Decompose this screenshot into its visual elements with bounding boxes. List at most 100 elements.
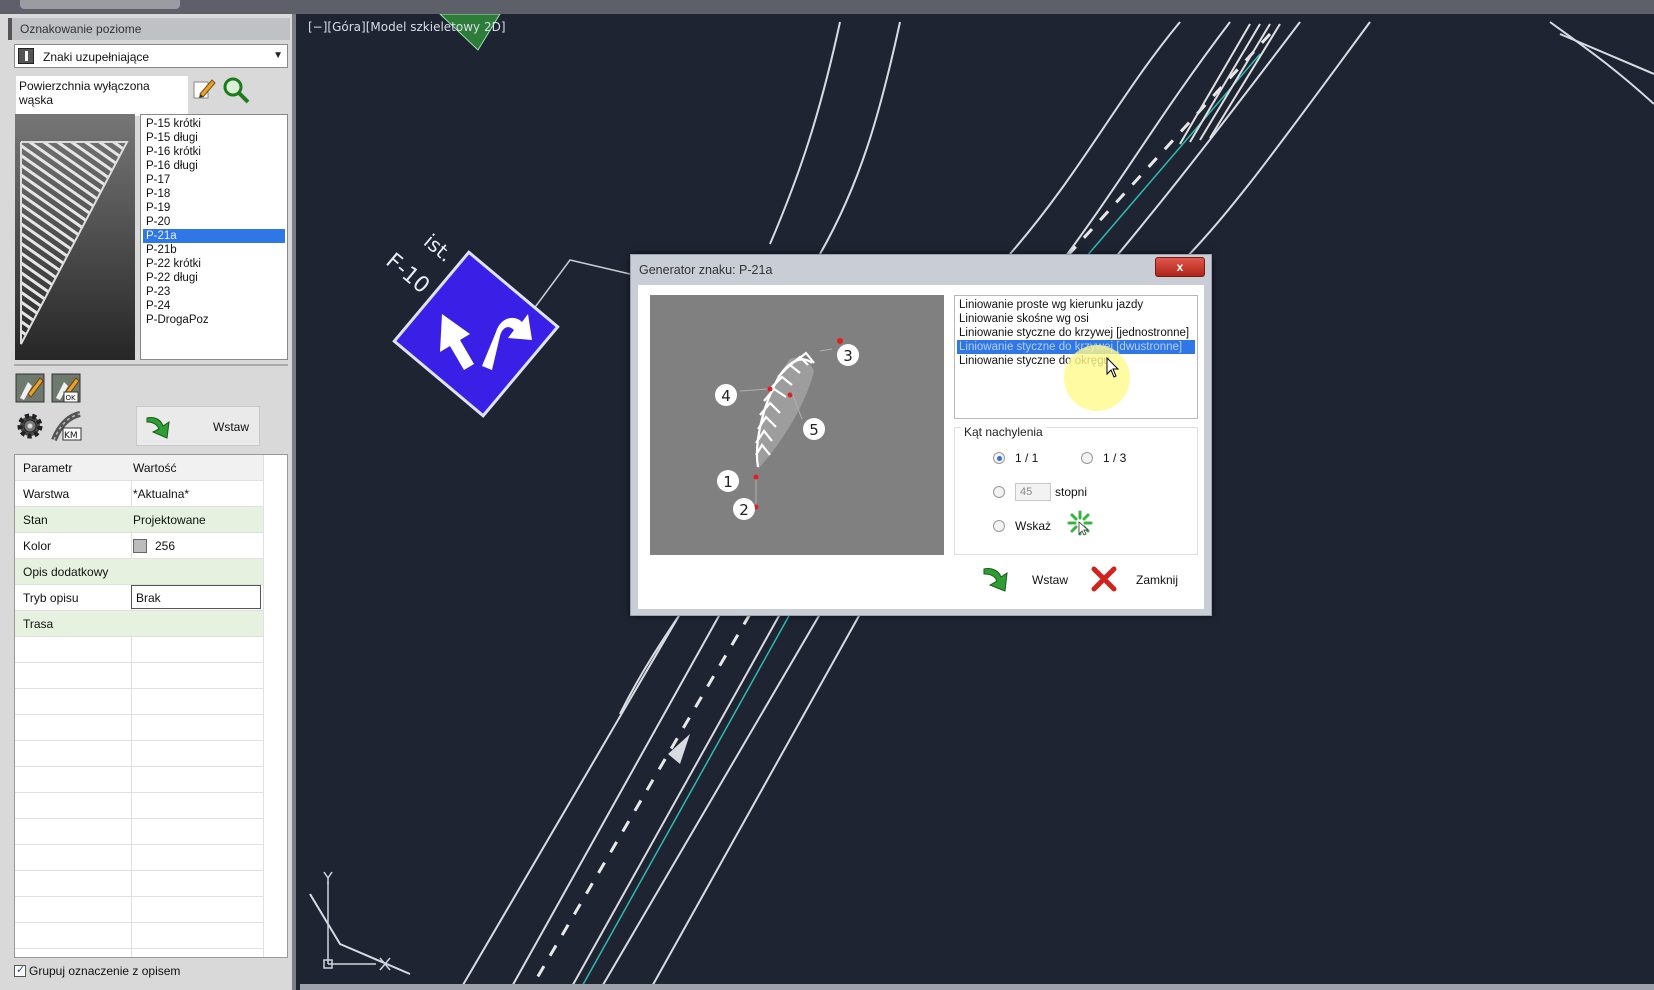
group-checkbox[interactable]: Grupuj oznaczenie z opisem bbox=[14, 963, 284, 982]
search-icon[interactable] bbox=[222, 76, 250, 104]
draw-marking-ok-icon[interactable]: OK bbox=[50, 372, 82, 404]
top-strip bbox=[0, 0, 1654, 14]
sign-generator-dialog: Generator znaku: P-21a x 1 2 3 4 5 Linio… bbox=[630, 254, 1212, 616]
ratio-1-3-radio[interactable] bbox=[1081, 452, 1093, 464]
empty-row bbox=[15, 897, 263, 923]
header-param: Parametr bbox=[23, 461, 73, 475]
mouse-cursor-icon bbox=[1106, 357, 1120, 378]
point-label: 1 bbox=[723, 473, 733, 491]
table-row[interactable]: Opis dodatkowy bbox=[15, 559, 263, 585]
insert-button[interactable]: Wstaw bbox=[136, 406, 260, 446]
empty-row bbox=[15, 793, 263, 819]
chevron-down-icon[interactable]: ▼ bbox=[273, 50, 283, 61]
km-label: KM bbox=[64, 431, 78, 441]
draw-marking-icon[interactable] bbox=[14, 372, 46, 404]
table-row[interactable]: Stan Projektowane bbox=[15, 507, 263, 533]
gear-icon[interactable] bbox=[14, 410, 46, 442]
point-label: 3 bbox=[843, 347, 853, 365]
category-select[interactable]: Znaki uzupełniające ▼ bbox=[14, 44, 288, 68]
list-item[interactable]: P-16 długi bbox=[143, 159, 285, 173]
list-item[interactable]: P-DrogaPoz bbox=[143, 313, 285, 327]
prop-key: Tryb opisu bbox=[23, 591, 79, 605]
empty-row bbox=[15, 689, 263, 715]
ucs-icon bbox=[323, 871, 391, 971]
angle-group: Kąt nachylenia 1 / 1 1 / 3 45 stopni Wsk… bbox=[954, 425, 1198, 555]
close-icon bbox=[1091, 566, 1117, 592]
category-select-value: Znaki uzupełniające bbox=[43, 50, 150, 64]
km-route-icon[interactable]: KM bbox=[50, 410, 82, 442]
dialog-title: Generator znaku: P-21a bbox=[639, 263, 773, 277]
empty-row bbox=[15, 871, 263, 897]
ratio-1-3-label: 1 / 3 bbox=[1103, 451, 1127, 465]
insert-arrow-icon bbox=[983, 568, 1008, 592]
list-item[interactable]: P-17 bbox=[143, 173, 285, 187]
insert-button[interactable]: Wstaw bbox=[982, 561, 1082, 597]
list-item[interactable]: P-22 długi bbox=[143, 271, 285, 285]
table-row[interactable]: Kolor 256 bbox=[15, 533, 263, 559]
table-row[interactable]: Warstwa *Aktualna* bbox=[15, 481, 263, 507]
table-row[interactable]: Tryb opisu Brak bbox=[15, 585, 263, 611]
empty-row bbox=[15, 767, 263, 793]
list-item[interactable]: Liniowanie proste wg kierunku jazdy bbox=[957, 298, 1195, 312]
list-item[interactable]: P-23 bbox=[143, 285, 285, 299]
prop-key: Kolor bbox=[23, 539, 52, 553]
list-item[interactable]: P-19 bbox=[143, 201, 285, 215]
dialog-client: 1 2 3 4 5 Liniowanie proste wg kierunku … bbox=[638, 285, 1204, 609]
sign-list[interactable]: P-15 krótki P-15 długi P-16 krótki P-16 … bbox=[140, 114, 288, 360]
insert-arrow-icon bbox=[146, 417, 170, 439]
list-item[interactable]: P-22 krótki bbox=[143, 257, 285, 271]
table-row[interactable]: Trasa bbox=[15, 611, 263, 637]
pick-radio[interactable] bbox=[993, 520, 1005, 532]
prop-value: Projektowane bbox=[133, 513, 206, 527]
edit-icon[interactable] bbox=[192, 76, 216, 100]
close-button[interactable]: x bbox=[1155, 257, 1205, 277]
list-item[interactable]: P-15 krótki bbox=[143, 117, 285, 131]
property-grid: Parametr Wartość Warstwa *Aktualna* Stan… bbox=[14, 454, 288, 958]
empty-row bbox=[15, 637, 263, 663]
list-item[interactable]: P-21b bbox=[143, 243, 285, 257]
point-label: 5 bbox=[809, 421, 819, 439]
list-item[interactable]: P-15 długi bbox=[143, 131, 285, 145]
surface-label: Powierzchnia wyłączona wąska bbox=[16, 76, 188, 116]
bottom-bar bbox=[300, 984, 1654, 990]
list-item[interactable]: Liniowanie skośne wg osi bbox=[957, 312, 1195, 326]
empty-row bbox=[15, 819, 263, 845]
degrees-input[interactable]: 45 bbox=[1015, 483, 1051, 501]
group-checkbox-label: Grupuj oznaczenie z opisem bbox=[29, 964, 181, 978]
ratio-1-1-radio[interactable] bbox=[993, 452, 1005, 464]
sign-preview bbox=[15, 114, 135, 360]
empty-row bbox=[15, 715, 263, 741]
sign-label-f10: F-10 bbox=[381, 249, 434, 299]
prop-key: Opis dodatkowy bbox=[23, 565, 109, 579]
dialog-preview: 1 2 3 4 5 bbox=[650, 295, 944, 555]
panel-title: Oznakowanie poziome bbox=[8, 18, 290, 40]
sign-label-ist: ist. bbox=[419, 229, 458, 267]
description-mode-field[interactable]: Brak bbox=[131, 585, 261, 609]
svg-text:OK: OK bbox=[66, 394, 77, 402]
list-item[interactable]: P-18 bbox=[143, 187, 285, 201]
pick-point-icon[interactable] bbox=[1067, 510, 1093, 536]
insert-button-label: Wstaw bbox=[1032, 573, 1068, 587]
list-item[interactable]: P-20 bbox=[143, 215, 285, 229]
color-swatch[interactable] bbox=[133, 539, 147, 553]
point-label: 2 bbox=[739, 501, 749, 519]
checkbox[interactable] bbox=[14, 963, 26, 977]
list-item-selected[interactable]: P-21a bbox=[143, 229, 285, 243]
prop-value: *Aktualna* bbox=[133, 487, 190, 501]
pick-label: Wskaż bbox=[1015, 519, 1051, 533]
tab-stub[interactable] bbox=[20, 0, 180, 9]
description-mode-value: Brak bbox=[136, 591, 161, 605]
degrees-radio[interactable] bbox=[993, 486, 1005, 498]
left-panel: Oznakowanie poziome Znaki uzupełniające … bbox=[0, 14, 296, 990]
empty-row bbox=[15, 663, 263, 689]
list-item[interactable]: P-24 bbox=[143, 299, 285, 313]
viewport-label[interactable]: [−][Góra][Model szkieletowy 2D] bbox=[308, 20, 506, 34]
cursor-highlight bbox=[1064, 345, 1130, 411]
close-dialog-button[interactable]: Zamknij bbox=[1090, 561, 1190, 597]
list-item[interactable]: P-16 krótki bbox=[143, 145, 285, 159]
empty-row bbox=[15, 923, 263, 949]
close-dialog-label: Zamknij bbox=[1136, 573, 1179, 587]
insert-button-label: Wstaw bbox=[213, 420, 249, 434]
prop-key: Trasa bbox=[23, 617, 54, 631]
list-item[interactable]: Liniowanie styczne do krzywej [jednostro… bbox=[957, 326, 1195, 340]
